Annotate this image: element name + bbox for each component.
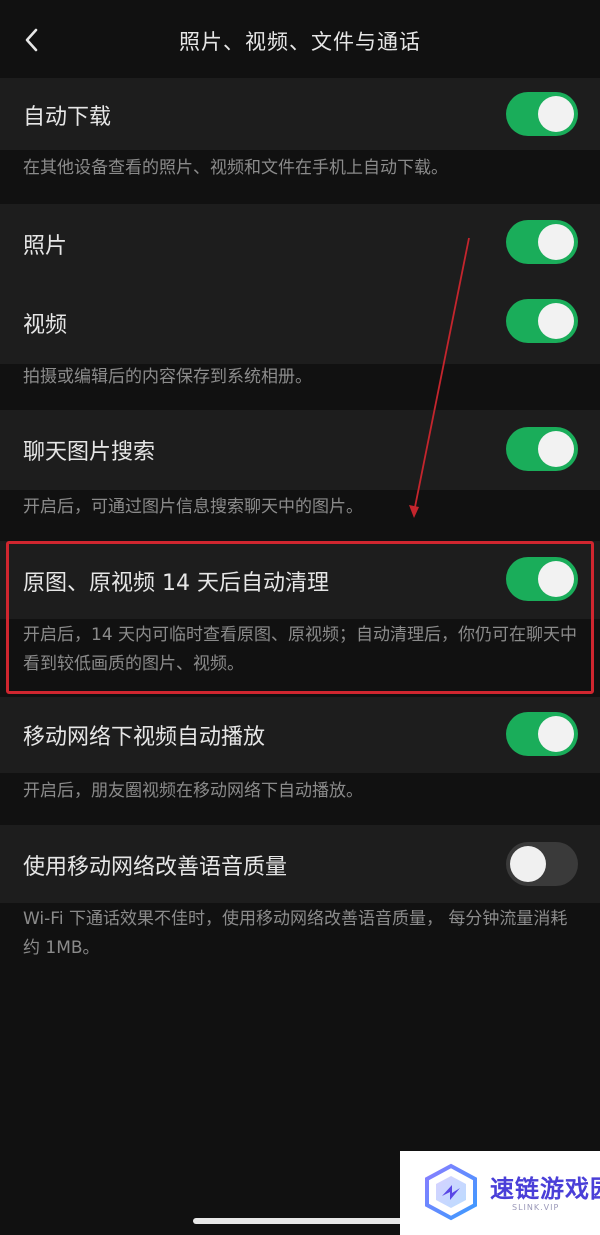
auto-download-description: 在其他设备查看的照片、视频和文件在手机上自动下载。 [23,158,448,178]
toggle-knob [538,716,574,752]
auto-clean-toggle[interactable] [506,557,578,601]
watermark-logo-icon [425,1163,477,1221]
watermark-domain: SLINK.VIP [512,1203,560,1212]
setting-row-voice-quality: 使用移动网络改善语音质量 [0,825,600,903]
chat-image-search-toggle[interactable] [506,427,578,471]
setting-group-save-media: 照片 视频 [0,204,600,364]
watermark: 速链游戏园 SLINK.VIP [400,1151,600,1235]
mobile-autoplay-description: 开启后，朋友圈视频在移动网络下自动播放。 [23,781,363,801]
setting-label-voice-quality: 使用移动网络改善语音质量 [23,855,288,880]
chat-image-search-description: 开启后，可通过图片信息搜索聊天中的图片。 [23,497,363,517]
setting-row-auto-download: 自动下载 [0,78,600,150]
toggle-knob [538,303,574,339]
auto-download-toggle[interactable] [506,92,578,136]
voice-quality-description: Wi-Fi 下通话效果不佳时，使用移动网络改善语音质量， 每分钟流量消耗约 1M… [23,909,568,958]
setting-label-auto-download: 自动下载 [23,105,112,130]
setting-label-videos: 视频 [23,313,68,338]
toggle-knob [538,431,574,467]
watermark-name: 速链游戏园 [490,1175,600,1203]
voice-quality-toggle[interactable] [506,842,578,886]
home-indicator[interactable] [193,1218,413,1224]
save-media-description: 拍摄或编辑后的内容保存到系统相册。 [23,367,312,387]
setting-row-auto-clean: 原图、原视频 14 天后自动清理 [0,541,600,619]
photos-toggle[interactable] [506,220,578,264]
navigation-bar: 照片、视频、文件与通话 [0,0,600,80]
toggle-knob [510,846,546,882]
toggle-knob [538,96,574,132]
page-title: 照片、视频、文件与通话 [179,30,421,54]
setting-label-photos: 照片 [23,234,68,259]
setting-label-chat-image-search: 聊天图片搜索 [23,440,156,465]
auto-clean-description: 开启后，14 天内可临时查看原图、原视频；自动清理后，你仍可在聊天中看到较低画质… [23,625,578,674]
setting-row-chat-image-search: 聊天图片搜索 [0,410,600,490]
setting-row-mobile-autoplay: 移动网络下视频自动播放 [0,697,600,773]
mobile-autoplay-toggle[interactable] [506,712,578,756]
toggle-knob [538,561,574,597]
setting-label-auto-clean: 原图、原视频 14 天后自动清理 [23,571,329,596]
setting-row-photos: 照片 [0,204,600,284]
setting-label-mobile-autoplay: 移动网络下视频自动播放 [23,725,266,750]
toggle-knob [538,224,574,260]
videos-toggle[interactable] [506,299,578,343]
setting-row-videos: 视频 [0,284,600,364]
